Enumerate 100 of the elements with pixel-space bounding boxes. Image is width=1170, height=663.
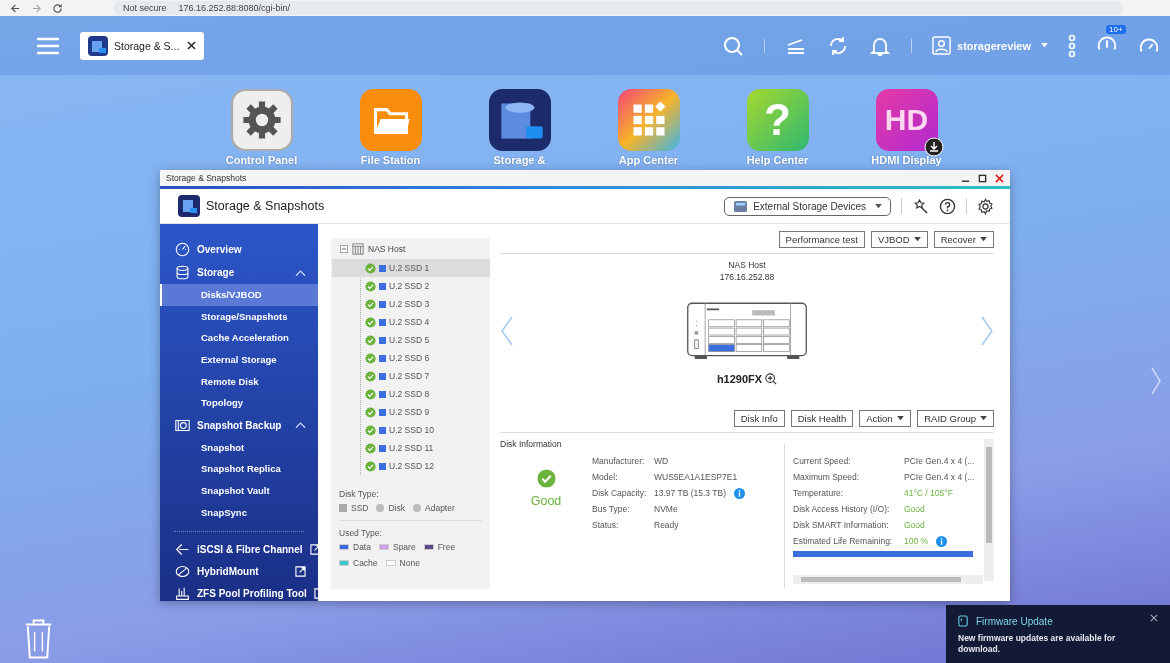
close-icon[interactable] [1150, 614, 1158, 622]
disk-tree-item[interactable]: U.2 SSD 6 [332, 349, 490, 367]
horizontal-scrollbar[interactable] [793, 575, 983, 584]
sidebar-subitem[interactable]: Snapshot Replica [160, 458, 318, 480]
field-label: Temperature: [793, 487, 845, 499]
disk-color-icon [379, 282, 386, 290]
disk-tree-item[interactable]: U.2 SSD 2 [332, 277, 490, 295]
sidebar-subitem[interactable]: Cache Acceleration [160, 327, 318, 349]
sidebar-subitem[interactable]: Topology [160, 391, 318, 414]
folder-app-icon[interactable] [359, 89, 422, 151]
field-value: 13.97 TB (15.3 TB) [654, 488, 726, 498]
disk-tree-item[interactable]: U.2 SSD 10 [332, 421, 490, 439]
disk-button[interactable]: Disk Info [733, 410, 785, 427]
disk-tree-item[interactable]: U.2 SSD 7 [332, 367, 490, 385]
more-icon[interactable] [1068, 33, 1076, 58]
drive-bay[interactable] [708, 336, 735, 344]
drive-bay[interactable] [763, 327, 790, 336]
sidebar-subitem[interactable]: Disks/VJBOD [160, 284, 318, 306]
toolbar-button[interactable]: VJBOD [870, 231, 928, 248]
info-icon[interactable] [734, 487, 745, 499]
disk-tree-item[interactable]: U.2 SSD 11 [332, 439, 490, 457]
storage-app-icon[interactable] [488, 89, 551, 151]
chevron-icon[interactable] [295, 421, 306, 430]
field-value: PCIe Gen.4 x 4 (... [904, 472, 975, 482]
drive-bay[interactable] [735, 336, 763, 344]
search-icon[interactable] [722, 34, 744, 57]
field-label: Disk Capacity: [592, 487, 646, 499]
sidebar-item[interactable]: Snapshot Backup [160, 413, 318, 437]
close-icon[interactable] [187, 41, 196, 50]
chevron-icon[interactable] [295, 268, 306, 277]
sidebar-subitem[interactable]: Snapshot [160, 436, 318, 459]
check-icon [365, 442, 376, 454]
disk-color-icon [379, 462, 386, 470]
app-tab[interactable]: Storage & S... [80, 31, 204, 60]
sidebar-item[interactable]: ZFS Pool Profiling Tool [160, 582, 318, 601]
external-link-icon[interactable] [309, 544, 318, 556]
disk-tree-item[interactable]: U.2 SSD 12 [332, 457, 490, 475]
field-label: Current Speed: [793, 455, 852, 467]
drive-bay[interactable] [708, 319, 735, 328]
sidebar-subitem[interactable]: Remote Disk [160, 370, 318, 392]
field-label: Maximum Speed: [793, 471, 861, 483]
tree-root[interactable]: NAS Host [368, 244, 406, 254]
disk-tree-item[interactable]: U.2 SSD 5 [332, 331, 490, 349]
caret-icon [913, 237, 921, 242]
drive-bay[interactable] [763, 336, 790, 344]
drive-bay[interactable] [735, 327, 763, 336]
drive-bay[interactable] [763, 319, 790, 328]
sync-icon[interactable] [827, 34, 849, 57]
sidebar-subitem[interactable]: Storage/Snapshots [160, 305, 318, 328]
sidebar-subitem[interactable]: External Storage [160, 348, 318, 371]
help-icon[interactable] [939, 197, 956, 215]
toolbar-button[interactable]: Recover [933, 231, 994, 248]
magic-wand-icon[interactable] [912, 197, 929, 215]
reload-icon[interactable] [52, 2, 63, 14]
disk-button[interactable]: Disk Health [790, 410, 854, 427]
check-icon [365, 334, 376, 346]
check-icon [365, 352, 376, 364]
sidebar-item[interactable]: Overview [160, 238, 318, 261]
disk-button[interactable]: Action [859, 410, 912, 427]
toolbar-button[interactable]: Performance test [778, 231, 865, 248]
sidebar-subitem[interactable]: Snapshot Vault [160, 479, 318, 502]
address-bar[interactable]: Not secure 176.16.252.88:8080/cgi-bin/ [113, 1, 1123, 15]
drive-bay[interactable] [735, 319, 763, 328]
field-label: Estimated Life Remaining: [793, 535, 894, 547]
sidebar-item[interactable]: iSCSI & Fibre Channel [160, 538, 318, 561]
caret-icon [1041, 43, 1048, 48]
sidebar-subitem[interactable]: SnapSync [160, 501, 318, 523]
field-label: Disk SMART Information: [793, 519, 890, 531]
disk-tree-item[interactable]: U.2 SSD 9 [332, 403, 490, 421]
drive-bay[interactable] [735, 344, 763, 352]
zoom-in-icon[interactable] [765, 373, 778, 385]
disk-tree-item[interactable]: U.2 SSD 4 [332, 313, 490, 331]
forward-icon[interactable] [31, 2, 42, 14]
vertical-scrollbar[interactable] [984, 439, 994, 581]
drive-bay[interactable] [763, 344, 790, 352]
disk-tree-item[interactable]: U.2 SSD 8 [332, 385, 490, 403]
settings-icon[interactable] [977, 197, 994, 215]
menu-icon[interactable] [36, 35, 60, 56]
disk-tree-item[interactable]: U.2 SSD 3 [332, 295, 490, 313]
external-link-icon[interactable] [295, 566, 306, 578]
section-title: Disk Information [500, 439, 562, 449]
disk-tree-item[interactable]: U.2 SSD 1 [332, 259, 490, 277]
info-icon[interactable] [936, 535, 948, 547]
legend-title: Used Type: [339, 528, 383, 538]
sidebar-item[interactable]: Storage [160, 261, 318, 284]
app-grid-icon[interactable] [617, 89, 680, 151]
legend-label: Cache [353, 558, 378, 568]
drive-bay[interactable] [708, 344, 735, 352]
gear-app-icon[interactable] [230, 89, 293, 151]
field-value: 41°C / 105°F [904, 488, 953, 498]
field-value: WUS5EA1A1ESP7E1 [654, 472, 738, 482]
field-value: Good [904, 504, 925, 514]
devices-dropdown[interactable]: External Storage Devices [724, 196, 891, 216]
disk-button[interactable]: RAID Group [917, 410, 994, 427]
disk-color-icon [379, 354, 386, 362]
back-icon[interactable] [10, 2, 21, 14]
maximize-icon[interactable] [978, 173, 987, 183]
drive-bay[interactable] [708, 327, 735, 336]
collapse-icon[interactable] [340, 245, 348, 253]
sidebar-item[interactable]: HybridMount [160, 560, 318, 583]
